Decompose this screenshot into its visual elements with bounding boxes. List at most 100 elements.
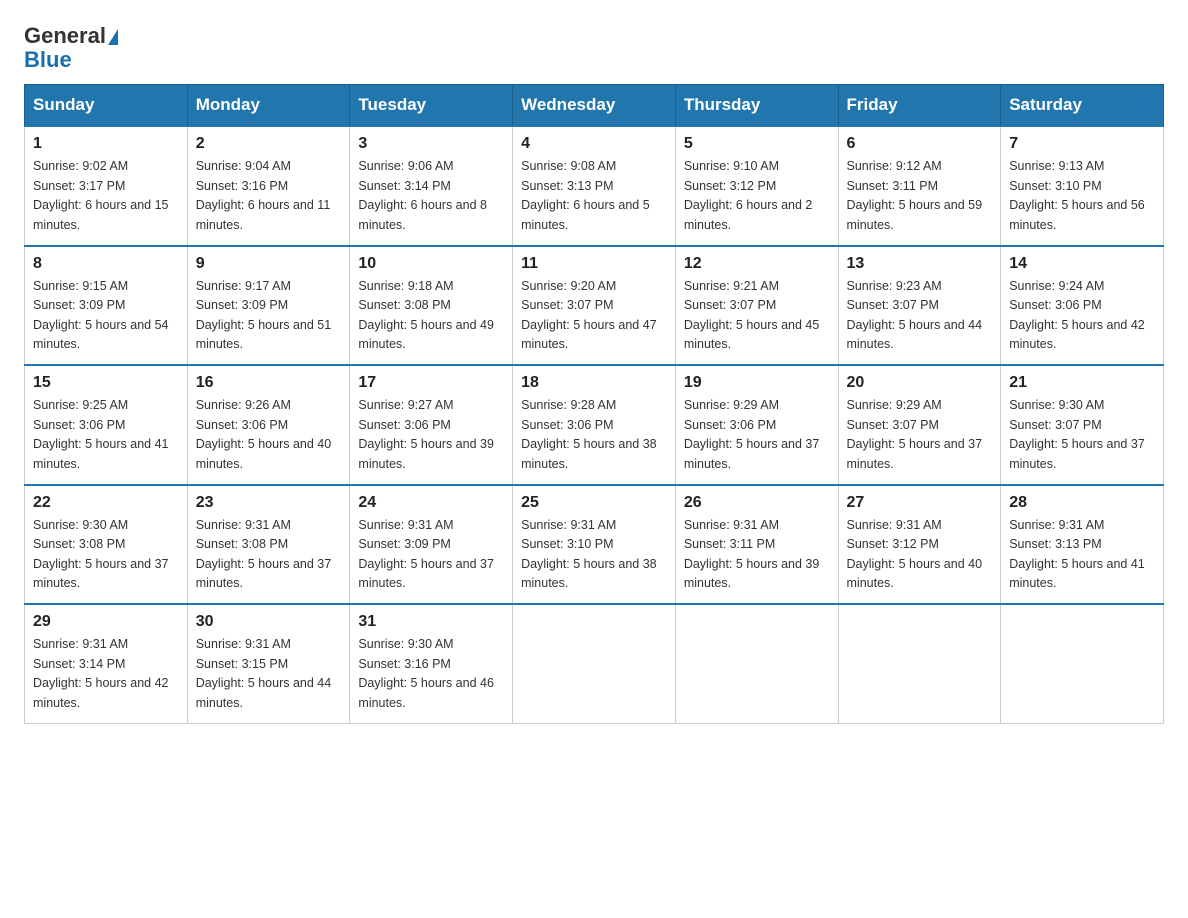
header-thursday: Thursday xyxy=(675,85,838,127)
day-cell-4: 4 Sunrise: 9:08 AMSunset: 3:13 PMDaylight… xyxy=(513,126,676,246)
week-row-2: 8Sunrise: 9:15 AMSunset: 3:09 PMDaylight… xyxy=(25,246,1164,366)
day-cell-19: 19 Sunrise: 9:29 AMSunset: 3:06 PMDayligh… xyxy=(675,365,838,485)
day-info: Sunrise: 9:30 AMSunset: 3:16 PMDaylight:… xyxy=(358,635,504,713)
day-number: 24 xyxy=(358,494,504,512)
day-info: Sunrise: 9:31 AMSunset: 3:11 PMDaylight:… xyxy=(684,516,830,594)
day-number: 31 xyxy=(358,613,504,631)
day-cell-6: 6 Sunrise: 9:12 AMSunset: 3:11 PMDaylight… xyxy=(838,126,1001,246)
header-friday: Friday xyxy=(838,85,1001,127)
day-info: Sunrise: 9:23 AMSunset: 3:07 PMDaylight:… xyxy=(847,277,993,355)
day-number: 23 xyxy=(196,494,342,512)
logo-blue: Blue xyxy=(24,47,72,72)
header-sunday: Sunday xyxy=(25,85,188,127)
empty-cell xyxy=(1001,604,1164,723)
day-cell-25: 25Sunrise: 9:31 AMSunset: 3:10 PMDayligh… xyxy=(513,485,676,605)
day-number: 30 xyxy=(196,613,342,631)
calendar-header-row: SundayMondayTuesdayWednesdayThursdayFrid… xyxy=(25,85,1164,127)
day-number: 14 xyxy=(1009,255,1155,273)
day-info: Sunrise: 9:10 AMSunset: 3:12 PMDaylight:… xyxy=(684,157,830,235)
day-cell-26: 26 Sunrise: 9:31 AMSunset: 3:11 PMDayligh… xyxy=(675,485,838,605)
day-info: Sunrise: 9:27 AMSunset: 3:06 PMDaylight:… xyxy=(358,396,504,474)
day-info: Sunrise: 9:26 AMSunset: 3:06 PMDaylight:… xyxy=(196,396,342,474)
day-number: 13 xyxy=(847,255,993,273)
day-cell-21: 21 Sunrise: 9:30 AMSunset: 3:07 PMDayligh… xyxy=(1001,365,1164,485)
week-row-3: 15Sunrise: 9:25 AMSunset: 3:06 PMDayligh… xyxy=(25,365,1164,485)
day-info: Sunrise: 9:30 AMSunset: 3:08 PMDaylight:… xyxy=(33,516,179,594)
day-number: 20 xyxy=(847,374,993,392)
day-cell-28: 28Sunrise: 9:31 AMSunset: 3:13 PMDayligh… xyxy=(1001,485,1164,605)
day-info: Sunrise: 9:31 AMSunset: 3:10 PMDaylight:… xyxy=(521,516,667,594)
day-number: 7 xyxy=(1009,135,1155,153)
day-cell-29: 29 Sunrise: 9:31 AMSunset: 3:14 PMDayligh… xyxy=(25,604,188,723)
day-cell-10: 10 Sunrise: 9:18 AMSunset: 3:08 PMDayligh… xyxy=(350,246,513,366)
empty-cell xyxy=(838,604,1001,723)
header-tuesday: Tuesday xyxy=(350,85,513,127)
day-info: Sunrise: 9:06 AMSunset: 3:14 PMDaylight:… xyxy=(358,157,504,235)
day-number: 15 xyxy=(33,374,179,392)
calendar-table: SundayMondayTuesdayWednesdayThursdayFrid… xyxy=(24,84,1164,724)
day-number: 29 xyxy=(33,613,179,631)
day-cell-9: 9Sunrise: 9:17 AMSunset: 3:09 PMDaylight… xyxy=(187,246,350,366)
day-cell-14: 14 Sunrise: 9:24 AMSunset: 3:06 PMDayligh… xyxy=(1001,246,1164,366)
day-cell-27: 27 Sunrise: 9:31 AMSunset: 3:12 PMDayligh… xyxy=(838,485,1001,605)
day-cell-20: 20Sunrise: 9:29 AMSunset: 3:07 PMDayligh… xyxy=(838,365,1001,485)
day-info: Sunrise: 9:02 AMSunset: 3:17 PMDaylight:… xyxy=(33,157,179,235)
day-cell-8: 8Sunrise: 9:15 AMSunset: 3:09 PMDaylight… xyxy=(25,246,188,366)
day-number: 8 xyxy=(33,255,179,273)
day-info: Sunrise: 9:29 AMSunset: 3:06 PMDaylight:… xyxy=(684,396,830,474)
day-cell-13: 13 Sunrise: 9:23 AMSunset: 3:07 PMDayligh… xyxy=(838,246,1001,366)
day-info: Sunrise: 9:18 AMSunset: 3:08 PMDaylight:… xyxy=(358,277,504,355)
day-cell-22: 22 Sunrise: 9:30 AMSunset: 3:08 PMDayligh… xyxy=(25,485,188,605)
day-cell-31: 31 Sunrise: 9:30 AMSunset: 3:16 PMDayligh… xyxy=(350,604,513,723)
week-row-1: 1 Sunrise: 9:02 AMSunset: 3:17 PMDaylight… xyxy=(25,126,1164,246)
day-info: Sunrise: 9:30 AMSunset: 3:07 PMDaylight:… xyxy=(1009,396,1155,474)
day-number: 3 xyxy=(358,135,504,153)
day-info: Sunrise: 9:31 AMSunset: 3:13 PMDaylight:… xyxy=(1009,516,1155,594)
header-saturday: Saturday xyxy=(1001,85,1164,127)
day-cell-1: 1 Sunrise: 9:02 AMSunset: 3:17 PMDaylight… xyxy=(25,126,188,246)
header-wednesday: Wednesday xyxy=(513,85,676,127)
empty-cell xyxy=(513,604,676,723)
day-cell-23: 23 Sunrise: 9:31 AMSunset: 3:08 PMDayligh… xyxy=(187,485,350,605)
day-cell-18: 18Sunrise: 9:28 AMSunset: 3:06 PMDayligh… xyxy=(513,365,676,485)
day-number: 18 xyxy=(521,374,667,392)
day-info: Sunrise: 9:08 AMSunset: 3:13 PMDaylight:… xyxy=(521,157,667,235)
day-info: Sunrise: 9:24 AMSunset: 3:06 PMDaylight:… xyxy=(1009,277,1155,355)
day-number: 21 xyxy=(1009,374,1155,392)
day-info: Sunrise: 9:04 AMSunset: 3:16 PMDaylight:… xyxy=(196,157,342,235)
day-info: Sunrise: 9:31 AMSunset: 3:08 PMDaylight:… xyxy=(196,516,342,594)
header-monday: Monday xyxy=(187,85,350,127)
day-cell-16: 16Sunrise: 9:26 AMSunset: 3:06 PMDayligh… xyxy=(187,365,350,485)
week-row-4: 22 Sunrise: 9:30 AMSunset: 3:08 PMDayligh… xyxy=(25,485,1164,605)
day-number: 4 xyxy=(521,135,667,153)
day-info: Sunrise: 9:31 AMSunset: 3:14 PMDaylight:… xyxy=(33,635,179,713)
day-info: Sunrise: 9:21 AMSunset: 3:07 PMDaylight:… xyxy=(684,277,830,355)
day-number: 27 xyxy=(847,494,993,512)
day-info: Sunrise: 9:20 AMSunset: 3:07 PMDaylight:… xyxy=(521,277,667,355)
day-number: 2 xyxy=(196,135,342,153)
day-info: Sunrise: 9:12 AMSunset: 3:11 PMDaylight:… xyxy=(847,157,993,235)
empty-cell xyxy=(675,604,838,723)
day-cell-3: 3 Sunrise: 9:06 AMSunset: 3:14 PMDaylight… xyxy=(350,126,513,246)
day-cell-17: 17 Sunrise: 9:27 AMSunset: 3:06 PMDayligh… xyxy=(350,365,513,485)
day-number: 1 xyxy=(33,135,179,153)
day-number: 6 xyxy=(847,135,993,153)
day-number: 22 xyxy=(33,494,179,512)
logo-general: General xyxy=(24,23,106,48)
day-number: 12 xyxy=(684,255,830,273)
day-info: Sunrise: 9:31 AMSunset: 3:09 PMDaylight:… xyxy=(358,516,504,594)
day-cell-15: 15Sunrise: 9:25 AMSunset: 3:06 PMDayligh… xyxy=(25,365,188,485)
day-cell-5: 5 Sunrise: 9:10 AMSunset: 3:12 PMDaylight… xyxy=(675,126,838,246)
logo-triangle-icon xyxy=(108,29,118,45)
day-cell-2: 2 Sunrise: 9:04 AMSunset: 3:16 PMDaylight… xyxy=(187,126,350,246)
day-cell-30: 30Sunrise: 9:31 AMSunset: 3:15 PMDayligh… xyxy=(187,604,350,723)
day-number: 5 xyxy=(684,135,830,153)
logo: General Blue xyxy=(24,24,118,72)
day-info: Sunrise: 9:31 AMSunset: 3:12 PMDaylight:… xyxy=(847,516,993,594)
page-header: General Blue xyxy=(24,24,1164,72)
day-number: 17 xyxy=(358,374,504,392)
day-number: 26 xyxy=(684,494,830,512)
day-cell-24: 24 Sunrise: 9:31 AMSunset: 3:09 PMDayligh… xyxy=(350,485,513,605)
day-number: 19 xyxy=(684,374,830,392)
day-number: 10 xyxy=(358,255,504,273)
